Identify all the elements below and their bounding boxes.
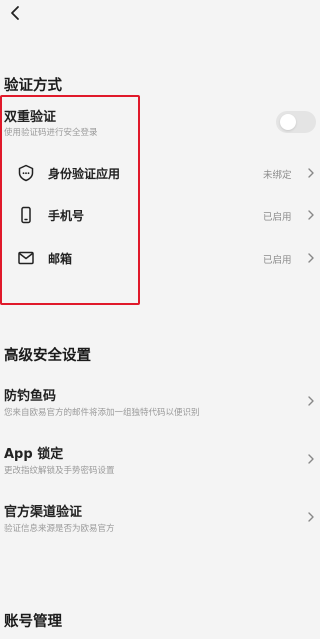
chevron-right-icon xyxy=(306,452,316,466)
section-title-verify: 验证方式 xyxy=(4,78,62,94)
advanced-item-label: 防钓鱼码 xyxy=(4,389,57,404)
advanced-item-desc: 您来自欧易官方的邮件将添加一组独特代码以便识别 xyxy=(4,408,200,418)
section-title-advanced: 高级安全设置 xyxy=(4,348,91,364)
advanced-item-label: App 锁定 xyxy=(4,447,64,462)
chevron-left-icon xyxy=(11,6,19,20)
verify-item-status: 未绑定 xyxy=(263,170,292,181)
verify-item-status: 已启用 xyxy=(263,212,292,223)
advanced-item-label: 官方渠道验证 xyxy=(4,505,83,520)
toggle-knob xyxy=(280,114,296,130)
chevron-right-icon xyxy=(306,394,316,408)
advanced-item-app-lock[interactable]: App 锁定 更改指纹解锁及手势密码设置 xyxy=(0,440,318,484)
chevron-right-icon xyxy=(306,166,316,180)
advanced-item-desc: 验证信息来源是否为欧易官方 xyxy=(4,524,115,534)
advanced-item-anti-phishing[interactable]: 防钓鱼码 您来自欧易官方的邮件将添加一组独特代码以便识别 xyxy=(0,382,318,426)
highlight-box xyxy=(0,95,140,305)
chevron-right-icon xyxy=(306,251,316,265)
chevron-right-icon xyxy=(306,208,316,222)
section-title-account: 账号管理 xyxy=(4,614,62,630)
advanced-item-official-channel[interactable]: 官方渠道验证 验证信息来源是否为欧易官方 xyxy=(0,498,318,542)
advanced-item-desc: 更改指纹解锁及手势密码设置 xyxy=(4,466,115,476)
verify-item-status: 已启用 xyxy=(263,255,292,266)
chevron-right-icon xyxy=(306,510,316,524)
back-button[interactable] xyxy=(4,2,26,24)
two-factor-toggle[interactable] xyxy=(276,111,316,133)
